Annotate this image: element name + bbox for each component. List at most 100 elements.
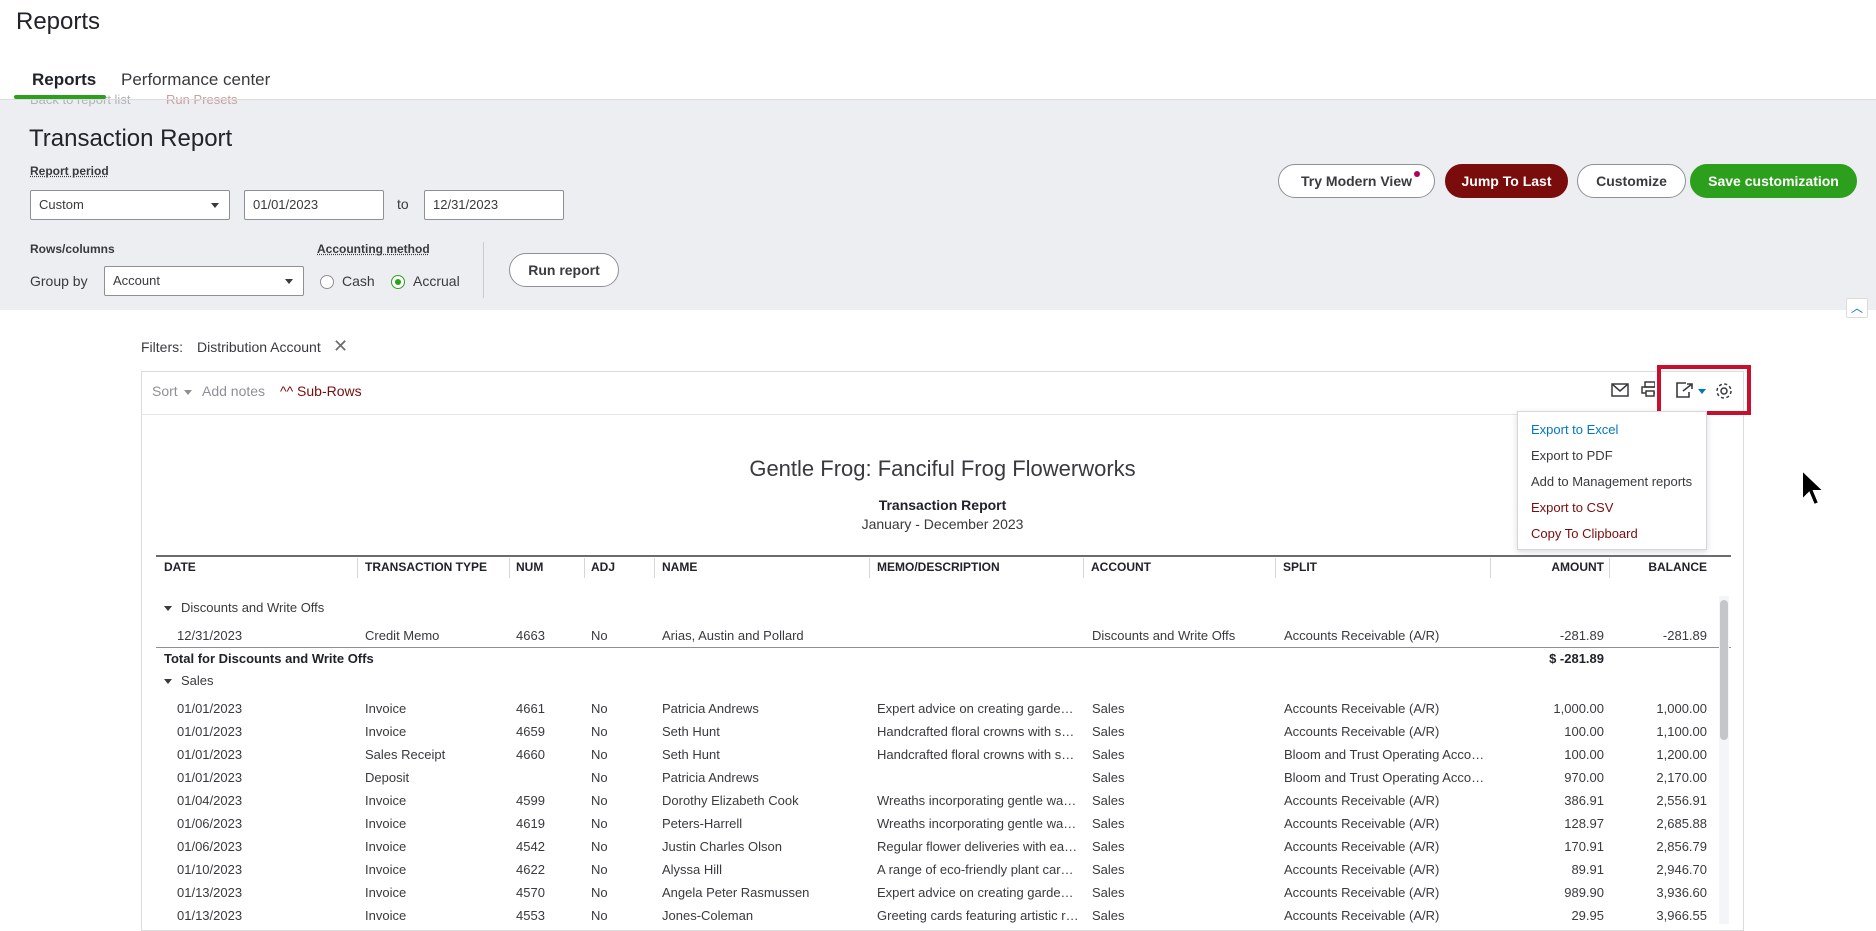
group-by-value: Account bbox=[113, 273, 160, 288]
cell-type[interactable]: Invoice bbox=[365, 908, 505, 923]
column-header-name[interactable]: NAME bbox=[662, 560, 697, 574]
cell-type[interactable]: Invoice bbox=[365, 793, 505, 808]
column-header-balance[interactable]: BALANCE bbox=[1609, 560, 1707, 574]
cell-balance: 2,556.91 bbox=[1656, 793, 1707, 808]
cell-memo: Wreaths incorporating gentle wa… bbox=[877, 793, 1077, 808]
accounting-method-label[interactable]: Accounting method bbox=[317, 242, 430, 256]
group-header-sales[interactable]: Sales bbox=[181, 673, 214, 688]
column-divider[interactable] bbox=[584, 558, 585, 578]
column-divider[interactable] bbox=[1083, 558, 1084, 578]
tab-reports[interactable]: Reports bbox=[32, 70, 96, 90]
start-date-input[interactable]: 01/01/2023 bbox=[244, 190, 384, 220]
export-highlight-box bbox=[1657, 365, 1751, 415]
collapse-panel-icon[interactable]: ︿ bbox=[1846, 298, 1868, 318]
cell-balance: 3,966.55 bbox=[1656, 908, 1707, 923]
accrual-radio[interactable] bbox=[391, 275, 405, 289]
filters-label: Filters: bbox=[141, 339, 183, 355]
cell-num: 4542 bbox=[516, 839, 545, 854]
save-customization-button[interactable]: Save customization bbox=[1690, 164, 1857, 198]
group-by-label: Group by bbox=[30, 273, 88, 289]
try-modern-view-button[interactable]: Try Modern View bbox=[1278, 164, 1435, 198]
column-header-amount[interactable]: AMOUNT bbox=[1490, 560, 1604, 574]
cell-split: Accounts Receivable (A/R) bbox=[1284, 724, 1440, 739]
cell-memo: Handcrafted floral crowns with s… bbox=[877, 747, 1075, 762]
cell-date: 01/04/2023 bbox=[177, 793, 243, 808]
cell-name: Angela Peter Rasmussen bbox=[662, 885, 810, 900]
print-icon[interactable] bbox=[1641, 381, 1655, 403]
try-modern-view-label: Try Modern View bbox=[1301, 173, 1412, 189]
cell-type[interactable]: Sales Receipt bbox=[365, 747, 505, 762]
filter-chip-distribution-account: Distribution Account bbox=[197, 339, 321, 355]
toolbar-divider bbox=[141, 414, 1744, 415]
cell-type[interactable]: Invoice bbox=[365, 816, 505, 831]
column-divider[interactable] bbox=[1275, 558, 1276, 578]
report-period-label[interactable]: Report period bbox=[30, 164, 109, 178]
column-header-num[interactable]: NUM bbox=[516, 560, 543, 574]
cell-adj: No bbox=[591, 747, 608, 762]
cell-amount: 170.91 bbox=[1564, 839, 1604, 854]
cell-split: Accounts Receivable (A/R) bbox=[1284, 816, 1440, 831]
cell-split: Accounts Receivable (A/R) bbox=[1284, 908, 1440, 923]
cell-adj: No bbox=[591, 628, 608, 643]
cell-name: Seth Hunt bbox=[662, 724, 720, 739]
cell-date: 01/01/2023 bbox=[177, 747, 243, 762]
cell-amount: 386.91 bbox=[1564, 793, 1604, 808]
collapse-group-icon[interactable] bbox=[164, 606, 172, 611]
run-report-button[interactable]: Run report bbox=[509, 253, 619, 287]
cell-balance: 2,946.70 bbox=[1656, 862, 1707, 877]
cell-type[interactable]: Deposit bbox=[365, 770, 505, 785]
cell-type[interactable]: Invoice bbox=[365, 724, 505, 739]
cell-amount: 989.90 bbox=[1564, 885, 1604, 900]
cell-num: 4661 bbox=[516, 701, 545, 716]
cell-num: 4570 bbox=[516, 885, 545, 900]
total-value[interactable]: $ -281.89 bbox=[1490, 651, 1604, 666]
cash-radio[interactable] bbox=[320, 275, 334, 289]
cell-account: Sales bbox=[1092, 747, 1125, 762]
to-label: to bbox=[397, 196, 409, 212]
column-divider[interactable] bbox=[357, 558, 358, 578]
table-scrollbar-thumb[interactable] bbox=[1720, 600, 1728, 740]
column-divider[interactable] bbox=[654, 558, 655, 578]
rows-columns-label: Rows/columns bbox=[30, 242, 115, 256]
column-header-date[interactable]: DATE bbox=[164, 560, 196, 574]
tab-performance-center[interactable]: Performance center bbox=[121, 70, 270, 90]
column-header-memo[interactable]: MEMO/DESCRIPTION bbox=[877, 560, 1000, 574]
cell-name: Arias, Austin and Pollard bbox=[662, 628, 804, 643]
column-header-transaction-type[interactable]: TRANSACTION TYPE bbox=[365, 560, 487, 574]
cell-split: Bloom and Trust Operating Acco… bbox=[1284, 770, 1485, 785]
cell-balance: 1,000.00 bbox=[1656, 701, 1707, 716]
remove-filter-icon[interactable]: ✕ bbox=[333, 336, 348, 357]
total-rule bbox=[156, 647, 1731, 648]
add-notes-button[interactable]: Add notes bbox=[202, 383, 265, 399]
cell-type[interactable]: Invoice bbox=[365, 885, 505, 900]
cell-split: Accounts Receivable (A/R) bbox=[1284, 839, 1440, 854]
total-label: Total for Discounts and Write Offs bbox=[164, 651, 374, 666]
cell-num: 4553 bbox=[516, 908, 545, 923]
cell-account: Sales bbox=[1092, 862, 1125, 877]
column-divider[interactable] bbox=[509, 558, 510, 578]
end-date-input[interactable]: 12/31/2023 bbox=[424, 190, 564, 220]
group-by-select[interactable]: Account bbox=[104, 266, 304, 296]
jump-to-last-button[interactable]: Jump To Last bbox=[1445, 164, 1568, 198]
export-to-excel-item[interactable]: Export to Excel bbox=[1531, 422, 1618, 437]
group-header-discounts[interactable]: Discounts and Write Offs bbox=[181, 600, 324, 615]
customize-button[interactable]: Customize bbox=[1577, 164, 1686, 198]
cell-type[interactable]: Invoice bbox=[365, 701, 505, 716]
cell-type[interactable]: Invoice bbox=[365, 862, 505, 877]
report-period-select[interactable]: Custom bbox=[30, 190, 230, 220]
column-header-account[interactable]: ACCOUNT bbox=[1091, 560, 1151, 574]
cell-adj: No bbox=[591, 862, 608, 877]
cell-memo: Handcrafted floral crowns with s… bbox=[877, 724, 1075, 739]
email-icon[interactable] bbox=[1609, 381, 1631, 403]
sub-rows-button[interactable]: ^^ Sub-Rows bbox=[280, 383, 362, 399]
column-header-split[interactable]: SPLIT bbox=[1283, 560, 1317, 574]
cell-type[interactable]: Invoice bbox=[365, 839, 505, 854]
column-divider[interactable] bbox=[869, 558, 870, 578]
cell-type[interactable]: Credit Memo bbox=[365, 628, 505, 643]
cell-date: 01/01/2023 bbox=[177, 770, 243, 785]
sort-dropdown[interactable]: Sort bbox=[152, 383, 192, 399]
cell-adj: No bbox=[591, 793, 608, 808]
collapse-group-icon[interactable] bbox=[164, 679, 172, 684]
column-header-adj[interactable]: ADJ bbox=[591, 560, 615, 574]
cell-balance: -281.89 bbox=[1662, 628, 1707, 643]
